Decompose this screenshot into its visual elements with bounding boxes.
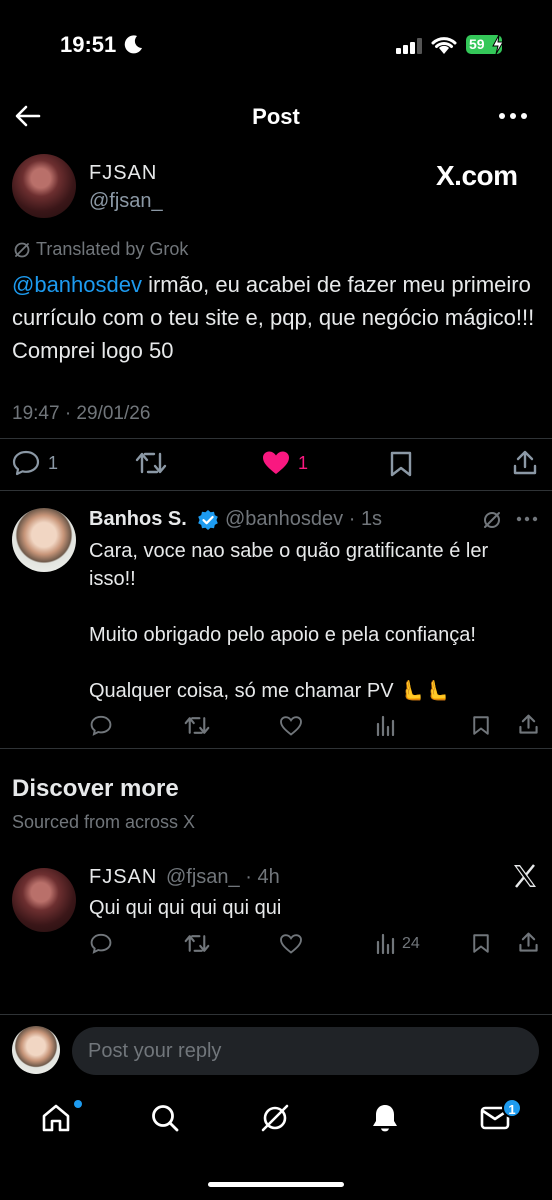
post-text: @banhosdev irmão, eu acabei de fazer meu… (12, 268, 540, 367)
more-icon[interactable] (516, 515, 538, 523)
wifi-icon (431, 37, 457, 54)
reply-icon[interactable] (90, 933, 112, 954)
verified-icon (198, 510, 218, 530)
avatar[interactable] (12, 154, 76, 218)
bookmark-icon[interactable] (472, 715, 490, 736)
divider (0, 438, 552, 439)
divider (0, 1014, 552, 1015)
discover-subtitle: Sourced from across X (12, 812, 196, 832)
author-handle[interactable]: @fjsan_ (89, 190, 163, 213)
page-title: Post (252, 104, 300, 129)
like-button[interactable]: 1 (262, 450, 308, 476)
views-icon (376, 933, 395, 954)
share-icon[interactable] (518, 714, 539, 735)
divider (0, 490, 552, 491)
grok-icon (14, 242, 30, 257)
grok-icon (261, 1104, 289, 1132)
heart-icon[interactable] (280, 934, 302, 954)
nav-notifications[interactable] (367, 1100, 403, 1136)
source-label: X.com (436, 160, 518, 191)
reply-icon[interactable] (90, 715, 112, 736)
discover-post-text: Qui qui qui qui qui qui (89, 897, 282, 919)
discover-author-handle[interactable]: @fjsan_ · 4h (166, 866, 280, 889)
search-icon (152, 1105, 179, 1132)
translated-text: Translated by Grok (36, 239, 189, 259)
reply-author-name[interactable]: Banhos S. (89, 508, 187, 531)
grok-icon[interactable] (481, 509, 503, 531)
repost-icon (135, 452, 167, 474)
discover-title: Discover more (12, 775, 179, 802)
nav-search[interactable] (147, 1100, 183, 1136)
repost-button[interactable] (135, 450, 167, 476)
home-indicator (208, 1182, 344, 1187)
author-name[interactable]: FJSAN (89, 162, 157, 185)
discover-author-name[interactable]: FJSAN (89, 866, 157, 889)
reply-author-handle[interactable]: @banhosdev · 1s (225, 508, 382, 531)
composer-avatar (12, 1026, 60, 1074)
status-bar: 19:51 59 (0, 0, 552, 90)
messages-badge: 1 (502, 1098, 522, 1118)
avatar[interactable] (12, 868, 76, 932)
avatar[interactable] (12, 508, 76, 572)
signal-icon (396, 38, 422, 54)
post-header: Post (0, 92, 552, 140)
nav-home[interactable] (38, 1100, 74, 1136)
share-icon[interactable] (512, 450, 538, 476)
status-time: 19:51 (60, 32, 117, 57)
mention-link[interactable]: @banhosdev (12, 272, 142, 297)
reply-button[interactable]: 1 (12, 450, 58, 476)
reply-text: Cara, voce nao sabe o quão gratificante … (89, 540, 489, 702)
views-count: 24 (402, 934, 420, 952)
focus-moon-icon (124, 35, 142, 54)
views-button[interactable]: 24 (376, 933, 420, 954)
divider (0, 748, 552, 749)
heart-icon[interactable] (280, 716, 302, 736)
repost-icon[interactable] (184, 715, 210, 736)
home-notification-dot (74, 1100, 82, 1108)
heart-icon (263, 451, 289, 474)
share-icon[interactable] (518, 932, 539, 953)
notifications-icon (373, 1105, 397, 1132)
reply-icon (12, 450, 40, 476)
translated-label: Translated by Grok (12, 239, 188, 260)
charging-bolt-icon (492, 35, 504, 54)
home-icon (42, 1104, 70, 1132)
x-logo-icon (514, 864, 536, 888)
reply-input[interactable]: Post your reply (72, 1027, 539, 1075)
bookmark-icon[interactable] (472, 933, 490, 954)
reply-count: 1 (48, 452, 59, 473)
post-timestamp[interactable]: 19:47 · 29/01/26 (12, 403, 150, 425)
bookmark-icon[interactable] (389, 451, 413, 477)
more-icon[interactable] (498, 104, 528, 128)
like-count: 1 (298, 452, 309, 473)
views-icon[interactable] (376, 715, 396, 736)
repost-icon[interactable] (184, 933, 210, 954)
nav-grok[interactable] (257, 1100, 293, 1136)
